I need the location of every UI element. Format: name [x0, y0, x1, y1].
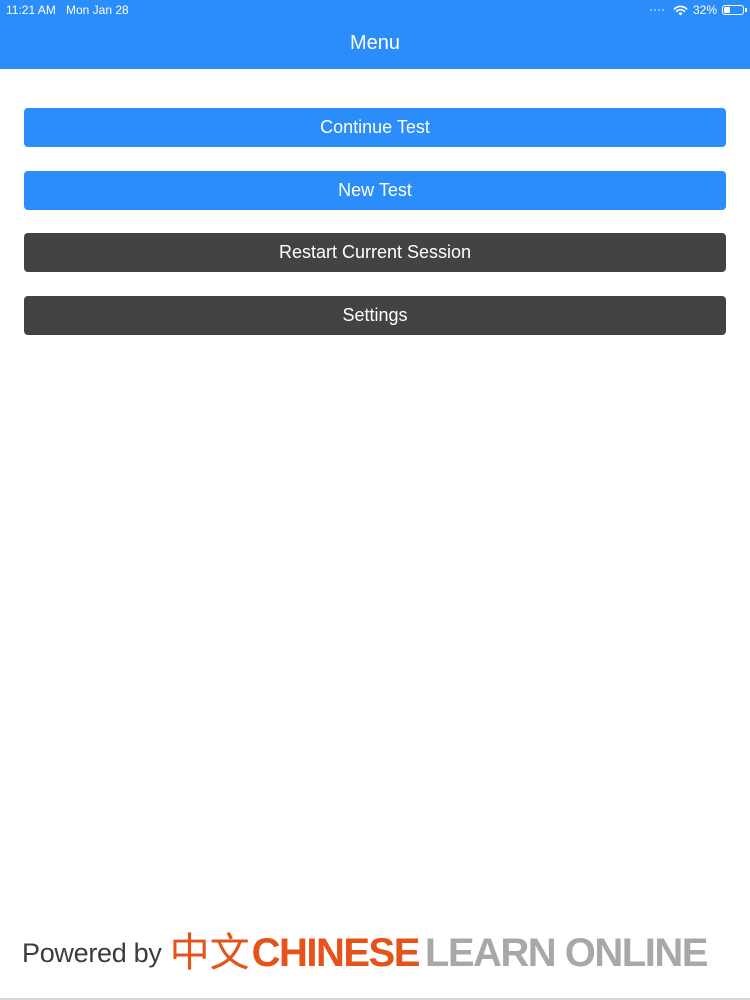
status-date: Mon Jan 28 — [66, 3, 129, 17]
logo-word-learn-online: LEARN ONLINE — [424, 931, 709, 975]
wifi-icon — [673, 5, 688, 15]
footer-branding: Powered by 中文 CHINESE LEARN ONLINE — [22, 928, 728, 978]
settings-button[interactable]: Settings — [24, 295, 726, 335]
logo-chinese-characters: 中文 — [169, 930, 250, 976]
menu-list: Continue Test New Test Restart Current S… — [24, 108, 726, 358]
page-title: Menu — [349, 32, 401, 54]
powered-by-text: Powered by — [22, 937, 162, 968]
status-indicators: 32% — [649, 0, 747, 20]
battery-icon — [722, 5, 747, 15]
menu-screen: 11:21 AM Mon Jan 28 32% Menu Continue Te… — [0, 0, 750, 1000]
logo-word-chinese: CHINESE — [251, 931, 421, 975]
navigation-bar: 11:21 AM Mon Jan 28 32% Menu — [0, 0, 750, 69]
new-test-button[interactable]: New Test — [24, 170, 726, 210]
status-bar: 11:21 AM Mon Jan 28 32% — [0, 0, 750, 20]
battery-percent: 32% — [692, 3, 717, 17]
signal-dots-icon — [649, 9, 664, 11]
status-time: 11:21 AM — [6, 3, 56, 17]
restart-session-button[interactable]: Restart Current Session — [24, 233, 726, 272]
continue-test-button[interactable]: Continue Test — [24, 108, 726, 147]
